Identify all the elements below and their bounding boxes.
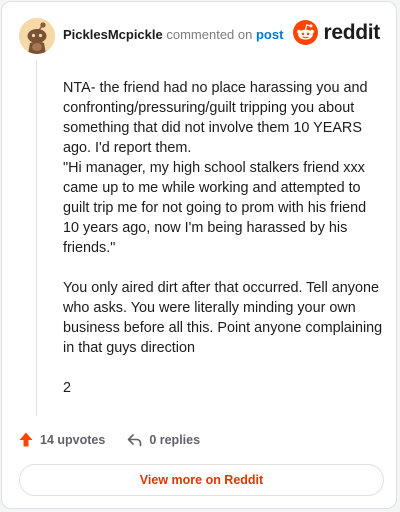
post-link[interactable]: post [256, 27, 283, 42]
upvote-count: 14 upvotes [40, 432, 106, 447]
reddit-logo-icon [293, 20, 319, 45]
comment-header: PicklesMcpickle commented on post [63, 27, 283, 43]
comment-paragraph-2: You only aired dirt after that occurred.… [63, 280, 383, 356]
replies-button[interactable]: 0 replies [127, 433, 200, 447]
comment-paragraph-1: NTA- the friend had no place harassing y… [63, 80, 368, 256]
snoo-avatar-icon [19, 18, 55, 54]
user-avatar[interactable] [19, 18, 55, 54]
thread-line [36, 60, 37, 416]
action-text: commented on [166, 27, 253, 42]
reply-arrow-icon [128, 433, 142, 446]
comment-body: NTA- the friend had no place harassing y… [63, 78, 383, 418]
upvote-arrow-icon [19, 432, 33, 447]
reddit-brand[interactable]: reddit [293, 20, 380, 45]
comment-paragraph-3: 2 [63, 380, 72, 396]
comment-card: PicklesMcpickle commented on post reddit… [1, 1, 397, 509]
view-more-button[interactable]: View more on Reddit [19, 464, 384, 496]
comment-footer: 14 upvotes 0 replies [19, 432, 200, 447]
upvote-button[interactable]: 14 upvotes [19, 432, 105, 447]
reddit-wordmark: reddit [323, 20, 380, 44]
reply-count: 0 replies [149, 432, 201, 447]
username-link[interactable]: PicklesMcpickle [63, 27, 163, 42]
